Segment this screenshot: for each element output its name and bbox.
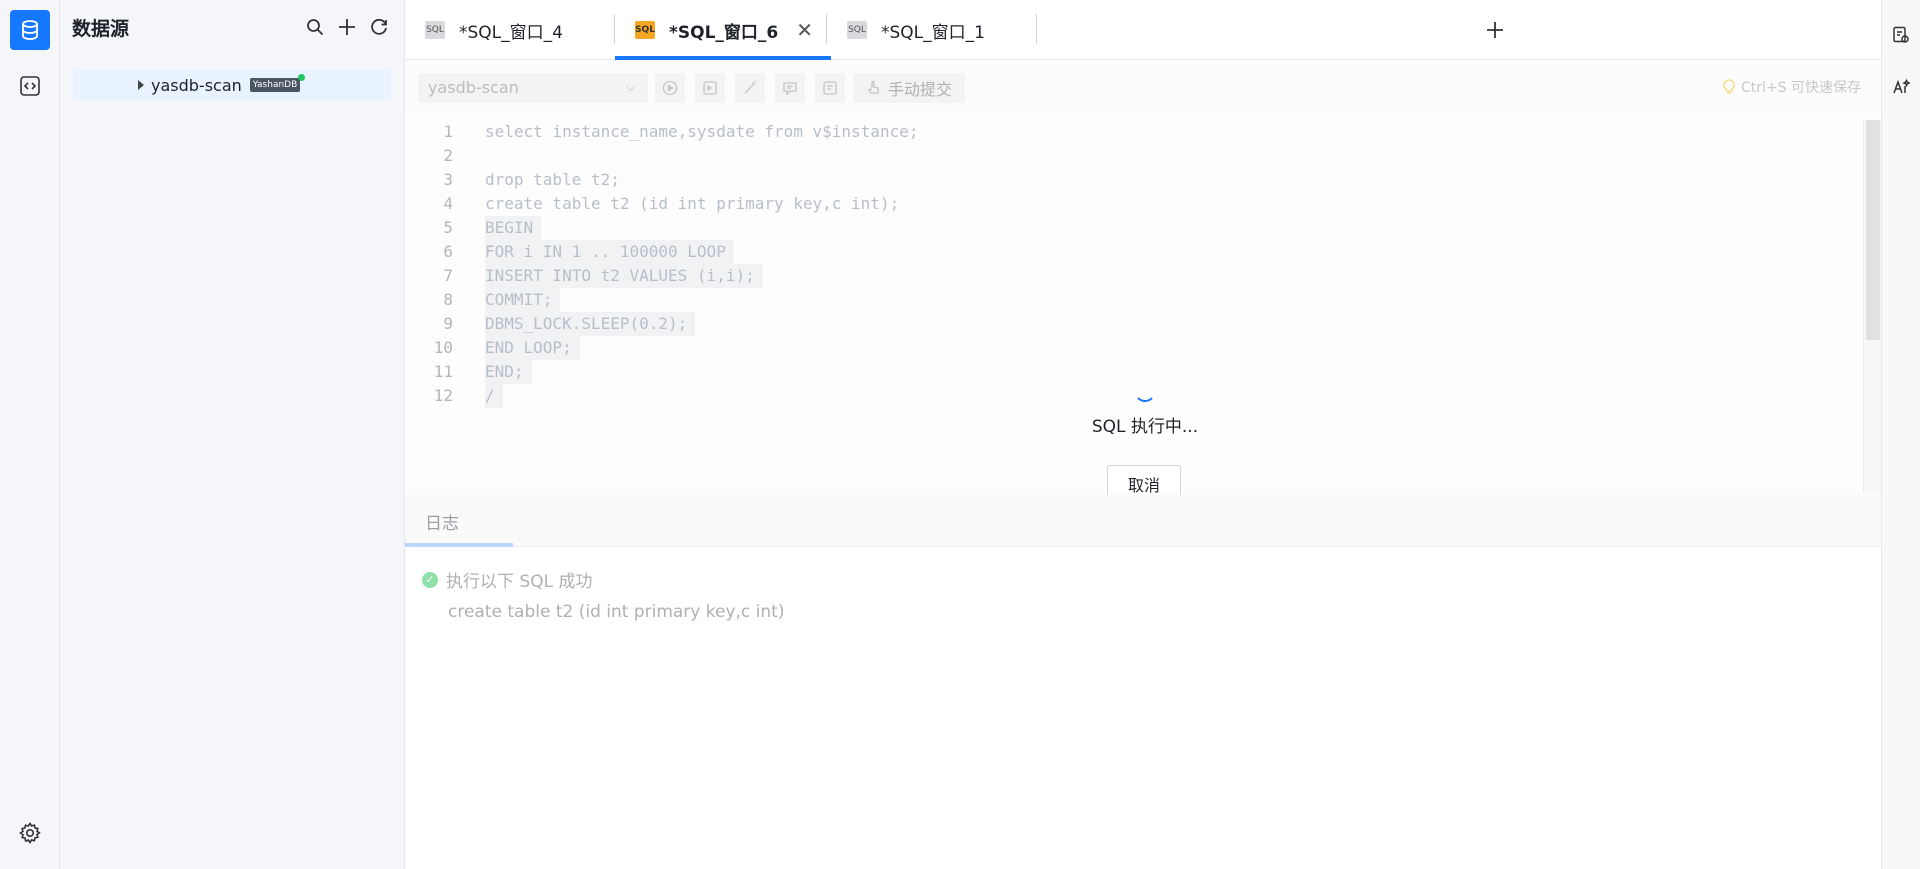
editor-scrollbar[interactable] bbox=[1863, 120, 1881, 493]
tab-label: *SQL_窗口_4 bbox=[459, 22, 563, 43]
search-icon[interactable] bbox=[304, 16, 326, 38]
format-button[interactable] bbox=[735, 73, 765, 103]
connection-value: yasdb-scan bbox=[428, 78, 519, 97]
connection-select[interactable]: yasdb-scan ⌵ bbox=[418, 73, 648, 103]
online-status-dot bbox=[298, 74, 306, 81]
datasource-label: yasdb-scan bbox=[151, 75, 242, 95]
code-text: FOR i IN 1 .. 100000 LOOP bbox=[485, 240, 734, 264]
code-text: DBMS_LOCK.SLEEP(0.2); bbox=[485, 312, 696, 336]
code-text: create table t2 (id int primary key,c in… bbox=[485, 194, 900, 213]
line-number: 9 bbox=[443, 314, 453, 333]
app-window: 数据源 yasdb-scan YashanDB SQL *SQL_窗口_4 SQ… bbox=[0, 0, 1920, 869]
line-number: 4 bbox=[443, 194, 453, 213]
hand-pointer-icon bbox=[868, 80, 879, 94]
tab-sql-window-4[interactable]: SQL *SQL_窗口_4 bbox=[425, 0, 563, 60]
code-text: END; bbox=[485, 360, 532, 384]
code-text: INSERT INTO t2 VALUES (i,i); bbox=[485, 264, 763, 288]
history-doc-icon[interactable] bbox=[1890, 24, 1912, 46]
tab-label: *SQL_窗口_6 bbox=[669, 22, 779, 43]
manual-commit-button[interactable]: 手动提交 bbox=[853, 73, 965, 103]
left-rail bbox=[0, 0, 60, 869]
explain-button[interactable] bbox=[815, 73, 845, 103]
ai-assistant-icon[interactable] bbox=[1890, 76, 1912, 98]
sql-editor[interactable]: 1 select instance_name,sysdate from v$ins… bbox=[405, 112, 1881, 495]
log-pane: 日志 ✓ 执行以下 SQL 成功 create table t2 (id int… bbox=[405, 495, 1881, 869]
line-number: 11 bbox=[433, 362, 453, 381]
db-type-badge: YashanDB bbox=[249, 74, 306, 92]
line-number: 1 bbox=[443, 122, 453, 141]
sql-file-icon: SQL bbox=[425, 21, 445, 39]
scrollbar-thumb[interactable] bbox=[1866, 120, 1880, 340]
close-icon[interactable]: ✕ bbox=[796, 18, 813, 42]
tab-sql-window-6[interactable]: SQL *SQL_窗口_6 ✕ bbox=[615, 0, 831, 60]
database-icon[interactable] bbox=[10, 10, 50, 50]
magic-wand-icon bbox=[744, 80, 757, 94]
log-status: ✓ 执行以下 SQL 成功 bbox=[422, 567, 784, 592]
tab-divider bbox=[1036, 14, 1037, 44]
line-number: 8 bbox=[443, 290, 453, 309]
tree-item-datasource[interactable]: yasdb-scan YashanDB bbox=[73, 70, 391, 100]
plus-icon bbox=[1487, 22, 1503, 38]
sql-file-icon: SQL bbox=[635, 21, 655, 39]
lightbulb-icon bbox=[1723, 79, 1735, 94]
success-check-icon: ✓ bbox=[422, 571, 438, 588]
chevron-down-icon: ⌵ bbox=[625, 79, 636, 95]
gear-icon[interactable] bbox=[10, 813, 50, 853]
line-number: 12 bbox=[433, 386, 453, 405]
plan-icon bbox=[823, 81, 837, 95]
tab-log[interactable]: 日志 bbox=[425, 509, 459, 534]
loading-text: SQL 执行中... bbox=[1091, 417, 1199, 437]
save-hint-text: Ctrl+S 可快速保存 bbox=[1741, 80, 1861, 96]
line-number: 5 bbox=[443, 218, 453, 237]
tab-divider bbox=[826, 14, 827, 44]
line-number: 7 bbox=[443, 266, 453, 285]
comment-icon bbox=[783, 82, 797, 96]
spinner-icon bbox=[1134, 380, 1156, 402]
run-script-button[interactable] bbox=[695, 73, 725, 103]
sql-toolbar: yasdb-scan ⌵ 手动提交 Ctrl+S 可快速保存 bbox=[405, 60, 1881, 112]
log-sql-text: create table t2 (id int primary key,c in… bbox=[448, 602, 785, 622]
right-rail bbox=[1881, 0, 1920, 869]
code-text: / bbox=[485, 384, 503, 408]
log-status-text: 执行以下 SQL 成功 bbox=[446, 572, 593, 592]
code-editor-icon[interactable] bbox=[10, 66, 50, 106]
code-text: drop table t2; bbox=[485, 170, 620, 189]
expand-caret-icon[interactable] bbox=[138, 80, 144, 90]
manual-commit-label: 手动提交 bbox=[887, 80, 952, 99]
tab-sql-window-1[interactable]: SQL *SQL_窗口_1 bbox=[847, 0, 985, 60]
script-run-icon bbox=[703, 81, 717, 95]
code-text: END LOOP; bbox=[485, 336, 580, 360]
save-hint: Ctrl+S 可快速保存 bbox=[1723, 77, 1861, 97]
refresh-icon[interactable] bbox=[368, 16, 390, 38]
editor-tab-bar: SQL *SQL_窗口_4 SQL *SQL_窗口_6 ✕ SQL *SQL_窗… bbox=[405, 0, 1881, 60]
code-text: COMMIT; bbox=[485, 288, 561, 312]
add-icon[interactable] bbox=[336, 16, 358, 38]
result-tabs: 日志 bbox=[405, 495, 1881, 547]
sidebar-toolbar bbox=[304, 16, 390, 38]
run-button[interactable] bbox=[655, 73, 685, 103]
line-number: 10 bbox=[433, 338, 453, 357]
code-text: BEGIN bbox=[485, 216, 542, 240]
datasource-sidebar: 数据源 yasdb-scan YashanDB bbox=[60, 0, 405, 869]
line-number: 6 bbox=[443, 242, 453, 261]
line-number: 2 bbox=[443, 146, 453, 165]
execution-loading: SQL 执行中... bbox=[1080, 380, 1210, 437]
play-icon bbox=[662, 80, 678, 96]
comment-button[interactable] bbox=[775, 73, 805, 103]
add-tab-button[interactable] bbox=[1480, 15, 1510, 45]
active-tab-indicator bbox=[405, 543, 513, 547]
db-type-label: YashanDB bbox=[252, 80, 298, 90]
sql-file-icon: SQL bbox=[847, 21, 867, 39]
code-text: select instance_name,sysdate from v$inst… bbox=[485, 122, 919, 141]
log-entry: ✓ 执行以下 SQL 成功 create table t2 (id int pr… bbox=[422, 567, 784, 622]
sidebar-title: 数据源 bbox=[72, 18, 130, 40]
tab-label: *SQL_窗口_1 bbox=[881, 22, 985, 43]
line-number: 3 bbox=[443, 170, 453, 189]
